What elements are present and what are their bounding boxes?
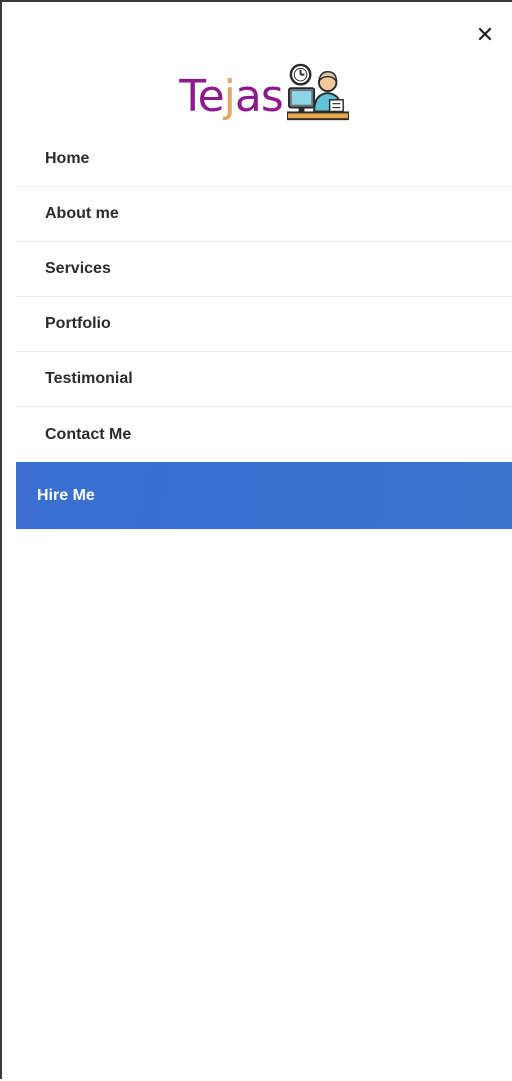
person-at-desk-icon bbox=[286, 63, 349, 121]
menu-item-services[interactable]: Services bbox=[16, 242, 512, 297]
menu-item-portfolio[interactable]: Portfolio bbox=[16, 297, 512, 352]
logo-text: Tejas bbox=[179, 71, 284, 122]
menu-item-contact-me[interactable]: Contact Me bbox=[16, 407, 512, 462]
close-icon[interactable]: ✕ bbox=[472, 22, 498, 48]
menu-item-home[interactable]: Home bbox=[16, 132, 512, 187]
menu-item-testimonial[interactable]: Testimonial bbox=[16, 352, 512, 407]
side-drawer: ✕ Tejas Home About me Services Portfolio… bbox=[16, 2, 512, 1081]
hire-me-button[interactable]: Hire Me bbox=[16, 462, 512, 529]
site-logo[interactable]: Tejas bbox=[16, 63, 512, 130]
nav-menu: Home About me Services Portfolio Testimo… bbox=[16, 132, 512, 462]
browser-frame: ✕ Tejas Home About me Services Portfolio… bbox=[0, 0, 512, 1081]
menu-item-about-me[interactable]: About me bbox=[16, 187, 512, 242]
